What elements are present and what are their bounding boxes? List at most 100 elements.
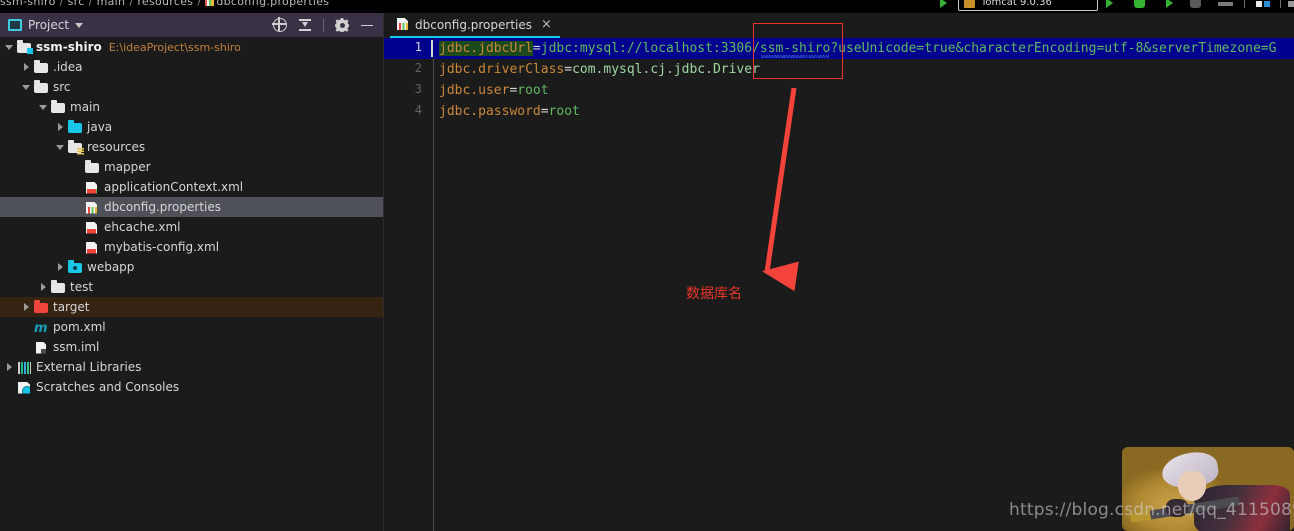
profile-icon[interactable] xyxy=(1190,0,1201,8)
chevron-right-icon[interactable] xyxy=(21,61,33,73)
code-line[interactable]: jdbc.driverClass=com.mysql.cj.jdbc.Drive… xyxy=(439,59,760,80)
code-line[interactable]: jdbc.password=root xyxy=(439,101,580,122)
tree-item-label: ehcache.xml xyxy=(104,220,181,234)
search-everywhere-icon[interactable] xyxy=(1288,1,1294,7)
line-number[interactable]: 2 xyxy=(384,61,422,75)
equals-sign: = xyxy=(540,104,549,119)
layout-left-icon[interactable] xyxy=(1256,1,1262,7)
tree-item-ssm-iml[interactable]: ssm.iml xyxy=(0,337,383,357)
breadcrumb-item-src[interactable]: src xyxy=(68,0,85,8)
text-caret xyxy=(431,40,433,57)
tree-item-mapper[interactable]: mapper xyxy=(0,157,383,177)
equals-sign: = xyxy=(564,62,573,77)
project-panel-header: Project xyxy=(0,13,383,37)
editor-gutter[interactable]: 1 2 3 4 xyxy=(384,38,432,531)
tree-item-external-libraries[interactable]: External Libraries xyxy=(0,357,383,377)
stop-icon[interactable] xyxy=(1218,2,1233,6)
tree-item-target[interactable]: target xyxy=(0,297,383,317)
debug-icon[interactable] xyxy=(1134,0,1145,8)
module-folder-icon xyxy=(17,40,33,54)
chevron-right-icon[interactable] xyxy=(38,281,50,293)
tree-item-ssm-shiro[interactable]: ssm-shiro E:\ideaProject\ssm-shiro xyxy=(0,37,383,57)
xml-file-icon xyxy=(85,241,100,254)
chevron-down-icon[interactable] xyxy=(21,81,33,93)
breadcrumb-item-file[interactable]: dbconfig.properties xyxy=(216,0,329,8)
tree-item-label: pom.xml xyxy=(53,320,106,334)
tree-item-main[interactable]: main xyxy=(0,97,383,117)
chevron-down-icon[interactable] xyxy=(4,41,16,53)
chevron-right-icon[interactable] xyxy=(21,301,33,313)
property-value: jdbc:mysql://localhost:3306/ssm-shiro?us… xyxy=(540,41,1277,56)
properties-file-icon xyxy=(85,201,100,214)
toolbar-divider xyxy=(1244,0,1245,8)
tree-item-dbconfig-properties[interactable]: dbconfig.properties xyxy=(0,197,383,217)
layout-right-icon[interactable] xyxy=(1264,1,1270,7)
run-button-icon[interactable] xyxy=(940,0,947,8)
code-line[interactable]: jdbc.user=root xyxy=(439,80,549,101)
project-tree[interactable]: ssm-shiro E:\ideaProject\ssm-shiro .idea sr… xyxy=(0,37,383,531)
chevron-down-icon[interactable] xyxy=(75,22,84,28)
tree-item-webapp[interactable]: webapp xyxy=(0,257,383,277)
run-configuration-selector[interactable]: Tomcat 9.0.36 xyxy=(958,0,1098,11)
chevron-right-icon[interactable] xyxy=(55,261,67,273)
tree-item-scratches-and-consoles[interactable]: Scratches and Consoles xyxy=(0,377,383,397)
property-value: com.mysql.cj.jdbc.Driver xyxy=(572,62,760,77)
project-view-icon xyxy=(8,19,22,31)
maven-file-icon: m xyxy=(34,320,48,336)
chevron-right-icon[interactable] xyxy=(4,361,16,373)
editor-tab-dbconfig[interactable]: dbconfig.properties × xyxy=(390,13,560,38)
tree-item-ehcache-xml[interactable]: ehcache.xml xyxy=(0,217,383,237)
line-number[interactable]: 3 xyxy=(384,82,422,96)
tree-item-src[interactable]: src xyxy=(0,77,383,97)
project-panel-title-group[interactable]: Project xyxy=(0,18,84,32)
breadcrumb-item-resources[interactable]: resources xyxy=(137,0,193,8)
chevron-down-icon[interactable] xyxy=(55,141,67,153)
folder-icon xyxy=(34,60,49,74)
chevron-down-icon[interactable] xyxy=(38,101,50,113)
tree-item-idea[interactable]: .idea xyxy=(0,57,383,77)
properties-file-icon xyxy=(205,0,215,6)
libraries-icon xyxy=(17,361,32,374)
tree-item-label: webapp xyxy=(87,260,135,274)
collapse-all-icon[interactable] xyxy=(298,18,312,32)
property-value: root xyxy=(517,83,549,98)
breadcrumb-item-project[interactable]: ssm-shiro xyxy=(0,0,56,8)
breadcrumb-separator: / xyxy=(197,0,202,8)
web-folder-icon xyxy=(68,260,83,274)
line-number[interactable]: 4 xyxy=(384,103,422,117)
minimize-icon[interactable] xyxy=(360,18,374,32)
tree-item-applicationcontext-xml[interactable]: applicationContext.xml xyxy=(0,177,383,197)
code-line[interactable]: jdbc.jdbcUrl=jdbc:mysql://localhost:3306… xyxy=(431,38,1294,59)
annotation-highlight-box xyxy=(753,23,843,79)
idea-window: ssm-shiro / src / main / resources / dbconfig.pr… xyxy=(0,0,1294,531)
tree-item-mybatis-config-xml[interactable]: mybatis-config.xml xyxy=(0,237,383,257)
tree-item-resources[interactable]: resources xyxy=(0,137,383,157)
tree-item-label: mybatis-config.xml xyxy=(104,240,220,254)
run-with-coverage-icon[interactable] xyxy=(1166,0,1173,8)
tree-item-test[interactable]: test xyxy=(0,277,383,297)
tree-item-label: dbconfig.properties xyxy=(104,200,222,214)
locate-icon[interactable] xyxy=(272,17,287,32)
tree-item-label: mapper xyxy=(104,160,151,174)
tree-item-pom-xml[interactable]: m pom.xml xyxy=(0,317,383,337)
breadcrumb-separator: / xyxy=(129,0,134,8)
annotation-label: 数据库名 xyxy=(686,286,742,302)
editor-tab-label: dbconfig.properties xyxy=(415,17,533,32)
gear-icon[interactable] xyxy=(335,18,349,32)
line-number[interactable]: 1 xyxy=(384,40,422,54)
close-icon[interactable]: × xyxy=(541,18,552,31)
property-key: jdbc.password xyxy=(439,104,541,119)
tree-item-label: resources xyxy=(87,140,146,154)
run-icon[interactable] xyxy=(1106,0,1113,8)
iml-file-icon xyxy=(34,341,49,354)
breadcrumb-separator: / xyxy=(59,0,64,8)
breadcrumb-item-main[interactable]: main xyxy=(97,0,126,8)
tree-item-java[interactable]: java xyxy=(0,117,383,137)
chevron-right-icon[interactable] xyxy=(55,121,67,133)
breadcrumb[interactable]: ssm-shiro / src / main / resources / dbconfig.pr… xyxy=(0,0,329,8)
